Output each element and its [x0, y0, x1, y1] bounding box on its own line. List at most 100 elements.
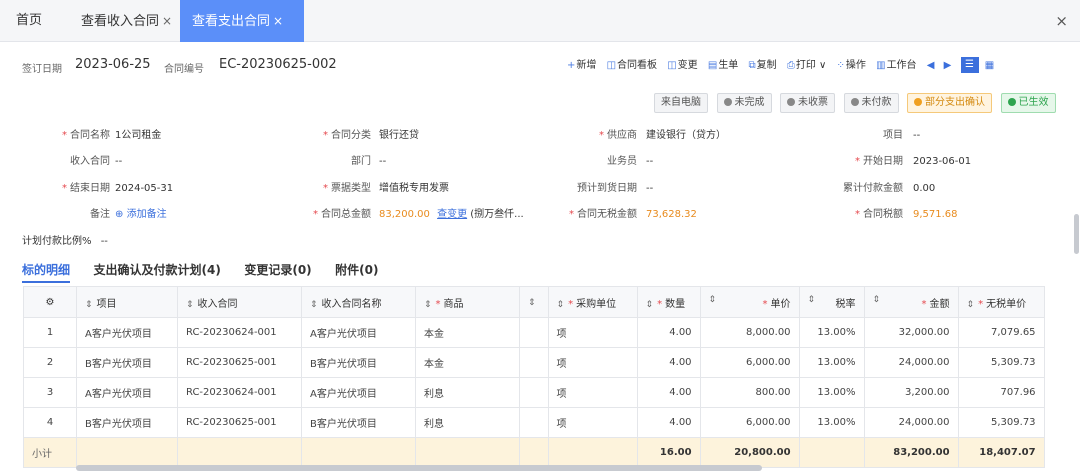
- table-cell: 6,000.00: [699, 407, 800, 438]
- tab-change-log[interactable]: 变更记录(0): [244, 261, 311, 283]
- col-income-contract[interactable]: ⇕ 收入合同: [177, 286, 302, 318]
- col-notax-price[interactable]: ⇕ * 无税单价: [957, 286, 1045, 318]
- col-purchase-unit[interactable]: ⇕ * 采购单位: [547, 286, 638, 318]
- tab-income-label: 查看收入合同: [81, 14, 160, 29]
- col-unit-price[interactable]: ⇕ * 单价: [699, 286, 800, 318]
- settings-icon[interactable]: ⚙: [23, 286, 77, 318]
- table-cell: RC-20230625-001: [177, 347, 302, 378]
- tax-amount-value: 9,571.68: [913, 209, 958, 220]
- change-button[interactable]: ◫变更: [667, 48, 697, 84]
- status-badge-not-received: 未收票: [780, 93, 835, 113]
- close-icon[interactable]: ×: [162, 14, 172, 28]
- prev-icon[interactable]: ◀: [927, 60, 935, 71]
- table-cell: A客户光伏项目: [301, 377, 416, 408]
- tab-line-items[interactable]: 标的明细: [22, 261, 71, 283]
- table-cell: B客户光伏项目: [76, 407, 178, 438]
- table-cell: 3,200.00: [863, 377, 959, 408]
- subtotal-row: 小计 16.00 20,800.00 83,200.00 18,407.07: [23, 437, 1045, 468]
- status-dot-icon: [787, 98, 795, 106]
- tab-expense-contract[interactable]: 查看支出合同 ×: [180, 0, 304, 42]
- detail-view-icon[interactable]: ▦: [985, 60, 994, 71]
- project-value: --: [913, 130, 921, 141]
- status-badge-incomplete: 未完成: [716, 93, 772, 113]
- table-cell: 5,309.73: [957, 347, 1045, 378]
- contract-no-label: 合同编号: [164, 64, 204, 75]
- workbench-button[interactable]: ▥工作台: [876, 48, 916, 84]
- table-cell: [519, 317, 549, 348]
- add-button[interactable]: +新增: [567, 48, 596, 84]
- table-cell: 项: [547, 317, 638, 348]
- col-goods[interactable]: ⇕ * 商品: [415, 286, 520, 318]
- tab-attachments[interactable]: 附件(0): [335, 261, 378, 283]
- plan-ratio: 计划付款比例% --: [22, 236, 108, 247]
- table-cell: 13.00%: [798, 317, 865, 348]
- status-badge-unpaid: 未付款: [843, 93, 899, 113]
- status-dot-icon: [914, 98, 922, 106]
- tab-bar: 首页 查看收入合同 × 查看支出合同 × ×: [0, 0, 1080, 42]
- table-cell: 项: [547, 407, 638, 438]
- vertical-scrollbar[interactable]: [1074, 214, 1079, 254]
- table-cell: 项: [547, 347, 638, 378]
- table-cell: 13.00%: [798, 347, 865, 378]
- table-cell: 1: [23, 317, 77, 348]
- print-button[interactable]: ⎙打印 ∨: [787, 48, 827, 84]
- subtotal-notax: 18,407.07: [957, 437, 1045, 468]
- tax-amount-label: * 合同税额: [855, 209, 903, 220]
- contract-header: 签订日期 2023-06-25 合同编号 EC-20230625-002 +新增…: [0, 48, 1080, 84]
- table-cell: 800.00: [699, 377, 800, 408]
- table-cell: 6,000.00: [699, 347, 800, 378]
- edit-icon: ◫: [667, 60, 677, 71]
- plus-icon: +: [567, 60, 576, 71]
- col-quantity[interactable]: ⇕ * 数量: [636, 286, 701, 318]
- status-dot-icon: [723, 98, 732, 106]
- col-hidden[interactable]: ⇕: [519, 286, 549, 318]
- table-cell: 24,000.00: [863, 407, 959, 438]
- close-window-icon[interactable]: ×: [1055, 0, 1068, 42]
- table-row[interactable]: 2 B客户光伏项目 RC-20230625-001 B客户光伏项目 本金项 4.00 6,0…: [23, 347, 1045, 378]
- close-icon[interactable]: ×: [273, 14, 283, 28]
- table-cell: 13.00%: [798, 407, 865, 438]
- table-cell: 707.96: [957, 377, 1045, 408]
- col-tax-rate[interactable]: ⇕ 税率: [798, 286, 865, 318]
- chevron-down-icon: ∨: [819, 60, 827, 71]
- subtotal-label: 小计: [23, 437, 77, 468]
- detail-tabs: 标的明细 支出确认及付款计划(4) 变更记录(0) 附件(0): [22, 261, 399, 285]
- table-cell: B客户光伏项目: [301, 347, 416, 378]
- table-row[interactable]: 4 B客户光伏项目 RC-20230625-001 B客户光伏项目 利息项 4.00 6,0…: [23, 407, 1045, 438]
- table-cell: 本金: [415, 347, 520, 378]
- table-cell: B客户光伏项目: [76, 347, 178, 378]
- start-date-label: * 开始日期: [855, 156, 903, 167]
- table-cell: 项: [547, 377, 638, 408]
- contract-no-value: EC-20230625-002: [219, 57, 337, 72]
- table-cell: [519, 377, 549, 408]
- tab-home[interactable]: 首页: [16, 0, 42, 42]
- workbench-icon: ▥: [876, 60, 886, 71]
- toolbar: +新增 ◫合同看板 ◫变更 ▤生单 ⧉复制 ⎙打印 ∨ ⁘操作 ▥工作台 ◀ ▶…: [567, 48, 1000, 84]
- tab-expense-label: 查看支出合同: [192, 14, 271, 29]
- generate-button[interactable]: ▤生单: [708, 48, 738, 84]
- col-amount[interactable]: ⇕ * 金额: [863, 286, 959, 318]
- copy-button[interactable]: ⧉复制: [749, 48, 777, 84]
- table-cell: 4.00: [636, 377, 701, 408]
- tab-payment-plan[interactable]: 支出确认及付款计划(4): [94, 261, 221, 283]
- table-cell: 13.00%: [798, 377, 865, 408]
- line-items-table: ⚙ ⇕ 项目 ⇕ 收入合同 ⇕ 收入合同名称 ⇕ * 商品 ⇕ ⇕ * 采购单位 ⇕ * 数量 ⇕…: [23, 286, 1045, 468]
- project-label: 项目: [883, 130, 903, 141]
- table-cell: 8,000.00: [699, 317, 800, 348]
- table-row[interactable]: 1 A客户光伏项目 RC-20230624-001 A客户光伏项目 本金项 4.00 8,0…: [23, 317, 1045, 348]
- col-project[interactable]: ⇕ 项目: [76, 286, 178, 318]
- table-cell: 4.00: [636, 317, 701, 348]
- copy-icon: ⧉: [748, 60, 756, 71]
- board-button[interactable]: ◫合同看板: [607, 48, 657, 84]
- list-view-icon[interactable]: ☰: [960, 57, 979, 73]
- horizontal-scrollbar[interactable]: [76, 465, 762, 471]
- actions-button[interactable]: ⁘操作: [837, 48, 866, 84]
- table-cell: A客户光伏项目: [301, 317, 416, 348]
- tab-income-contract[interactable]: 查看收入合同 ×: [81, 0, 172, 42]
- status-badge-effective: 已生效: [1000, 93, 1056, 113]
- table-cell: RC-20230624-001: [177, 317, 302, 348]
- table-row[interactable]: 3 A客户光伏项目 RC-20230624-001 A客户光伏项目 利息项 4.00 800…: [23, 377, 1045, 408]
- table-cell: [519, 347, 549, 378]
- col-income-contract-name[interactable]: ⇕ 收入合同名称: [301, 286, 416, 318]
- next-icon[interactable]: ▶: [944, 60, 952, 71]
